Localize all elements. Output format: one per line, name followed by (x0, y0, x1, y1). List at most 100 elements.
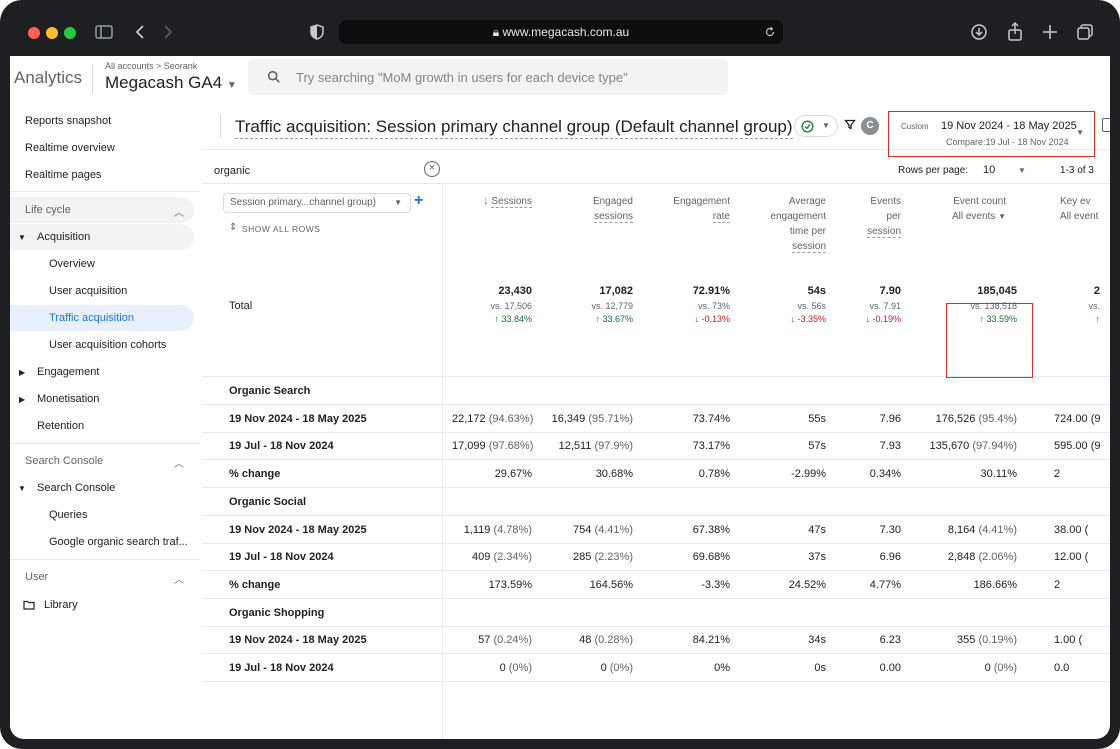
new-tab-icon[interactable] (1038, 20, 1062, 44)
caret-down-icon: ▼ (822, 121, 830, 130)
share-icon[interactable] (1003, 20, 1027, 44)
sidebar-item-user-acquisition-cohorts[interactable]: User acquisition cohorts (10, 332, 194, 358)
cell-engaged: 48 (0.28%) (579, 634, 633, 647)
sidebar-item-engagement[interactable]: ▶ Engagement (10, 359, 194, 385)
table-row[interactable]: 19 Nov 2024 - 18 May 2025 1,119 (4.78%) 75… (202, 516, 1110, 544)
table-row[interactable]: 19 Jul - 18 Nov 2024 0 (0%) 0 (0%) 0% 0s 0.00… (202, 654, 1110, 682)
report-status-button[interactable]: ▼ (794, 115, 838, 137)
cell-avgtime: 24.52% (788, 578, 826, 591)
search-placeholder: Try searching "MoM growth in users for e… (296, 70, 628, 85)
table-group-row[interactable]: Organic Shopping (202, 599, 1110, 627)
sidebar-item-retention[interactable]: Retention (10, 413, 194, 439)
column-header-engaged-sessions[interactable]: Engaged sessions (552, 194, 633, 224)
show-all-rows-button[interactable]: SHOW ALL ROWS (242, 224, 320, 234)
sidebar-item-search-console[interactable]: ▼ Search Console (10, 475, 194, 501)
table-group-row[interactable]: Organic Social (202, 488, 1110, 516)
sidebar-item-reports-snapshot[interactable]: Reports snapshot (10, 108, 194, 134)
column-header-event-count[interactable]: Event count All events ▼ (922, 194, 1006, 224)
cell-events: 7.30 (879, 523, 901, 536)
table-group-row[interactable]: Organic Search (202, 377, 1110, 405)
sidebar-item-realtime-pages[interactable]: Realtime pages (10, 162, 194, 188)
shield-icon[interactable] (305, 20, 329, 44)
sidebar-item-monetisation[interactable]: ▶ Monetisation (10, 386, 194, 412)
comparison-avatar[interactable]: C (861, 117, 879, 135)
cell-keyev: 724.00 (9 (1054, 412, 1101, 425)
back-icon[interactable] (128, 20, 152, 44)
browser-toolbar: 🔒︎ www.megacash.com.au (0, 0, 1120, 56)
caret-down-icon: ▼ (1076, 128, 1084, 137)
page-title[interactable]: Traffic acquisition: Session primary cha… (235, 117, 793, 139)
sidebar-item-realtime-overview[interactable]: Realtime overview (10, 135, 194, 161)
table-search-input[interactable]: organic (214, 165, 250, 177)
column-header-engagement-rate[interactable]: Engagement rate (642, 194, 730, 224)
cell-events: 7.96 (879, 412, 901, 425)
minimize-window-button[interactable] (46, 27, 58, 39)
total-events-per-session: 7.90 vs. 7.91 ↓ -0.19% (865, 285, 901, 324)
sidebar-item-queries[interactable]: Queries (10, 502, 194, 528)
reload-icon[interactable] (763, 25, 777, 39)
cell-avgtime: 57s (808, 440, 826, 453)
cell-sessions: 57 (0.24%) (478, 634, 532, 647)
sidebar-divider (10, 559, 200, 560)
table-row[interactable]: % change 29.67% 30.68% 0.78% -2.99% 0.34% 30.1… (202, 460, 1110, 489)
cell-eventcount: 176,526 (95.4%) (935, 412, 1017, 425)
date-custom-label: Custom (901, 122, 929, 131)
clear-search-icon[interactable]: × (424, 161, 440, 177)
search-icon (267, 70, 280, 83)
column-header-key-events[interactable]: Key ev All event (1032, 194, 1110, 224)
table-row[interactable]: 19 Jul - 18 Nov 2024 409 (2.34%) 285 (2.23… (202, 543, 1110, 572)
search-box[interactable]: Try searching "MoM growth in users for e… (248, 59, 728, 95)
add-dimension-icon[interactable]: + (414, 192, 423, 210)
close-window-button[interactable] (28, 27, 40, 39)
tab-overview-icon[interactable] (1073, 20, 1097, 44)
cell-events: 7.93 (879, 440, 901, 453)
forward-icon[interactable] (156, 20, 180, 44)
column-header-events-per-session[interactable]: Events per session (842, 194, 901, 239)
sidebar-item-overview[interactable]: Overview (10, 251, 194, 277)
chevron-up-icon: ︿ (174, 575, 184, 586)
total-label: Total (229, 300, 253, 312)
sidebar-item-user-acquisition[interactable]: User acquisition (10, 278, 194, 304)
cell-engrate: 84.21% (692, 634, 730, 647)
sidebar-item-google-organic-search[interactable]: Google organic search traf... (10, 529, 194, 555)
column-header-sessions[interactable]: ↓ Sessions (452, 194, 532, 209)
filter-icon[interactable] (844, 118, 856, 134)
arrow-down-icon: ↓ (483, 195, 489, 207)
sidebar-section-life-cycle[interactable]: Life cycle ︿ (10, 197, 194, 223)
total-key-events: 2 vs. ↑ (1088, 285, 1100, 324)
property-selector[interactable]: Megacash GA4 ▼ (105, 73, 237, 93)
table-row[interactable]: 19 Nov 2024 - 18 May 2025 22,172 (94.63%)… (202, 405, 1110, 433)
dimension-select[interactable]: Session primary...channel group) ▼ (223, 193, 411, 213)
date-range-picker[interactable]: Custom 19 Nov 2024 - 18 May 2025 Compare… (888, 111, 1095, 157)
sidebar-section-search-console[interactable]: Search Console ︿ (10, 448, 194, 474)
zoom-window-button[interactable] (64, 27, 76, 39)
sidebar-section-user[interactable]: User ︿ (10, 564, 194, 590)
caret-down-icon[interactable]: ▼ (1018, 166, 1026, 175)
row-label: 19 Jul - 18 Nov 2024 (229, 662, 334, 674)
table-row[interactable]: 19 Nov 2024 - 18 May 2025 57 (0.24%) 48 (0… (202, 626, 1110, 655)
account-breadcrumb[interactable]: All accounts > Seorank (105, 61, 197, 71)
share-report-icon[interactable] (1102, 118, 1110, 132)
sidebar-item-library[interactable]: Library (10, 592, 194, 618)
cell-eventcount: 0 (0%) (984, 662, 1017, 674)
address-bar[interactable]: 🔒︎ www.megacash.com.au (339, 20, 783, 44)
table-row[interactable]: 19 Jul - 18 Nov 2024 17,099 (97.68%) 12,51… (202, 432, 1110, 461)
sidebar-item-traffic-acquisition[interactable]: Traffic acquisition (10, 305, 194, 331)
event-filter-select[interactable]: All events ▼ (952, 211, 1006, 222)
cell-events: 0.00 (879, 662, 901, 674)
cell-engaged: 754 (4.41%) (573, 523, 633, 536)
caret-down-icon: ▼ (18, 233, 26, 242)
column-header-avg-engagement-time[interactable]: Average engagement time per session (742, 194, 826, 254)
sidebar-toggle-icon[interactable] (92, 20, 116, 44)
table-row[interactable]: % change 173.59% 164.56% -3.3% 24.52% 4.77% 18… (202, 571, 1110, 599)
row-label: % change (229, 468, 281, 481)
sidebar-item-acquisition[interactable]: ▼ Acquisition (10, 224, 194, 250)
rows-per-page-select[interactable]: 10 (983, 164, 995, 176)
cell-engrate: 69.68% (692, 551, 730, 564)
url-text: www.megacash.com.au (502, 25, 630, 39)
chevron-up-icon: ︿ (174, 459, 184, 470)
cell-engrate: 73.74% (692, 412, 730, 425)
cell-events: 4.77% (869, 578, 901, 591)
row-label: Organic Search (229, 385, 311, 397)
download-icon[interactable] (967, 20, 991, 44)
